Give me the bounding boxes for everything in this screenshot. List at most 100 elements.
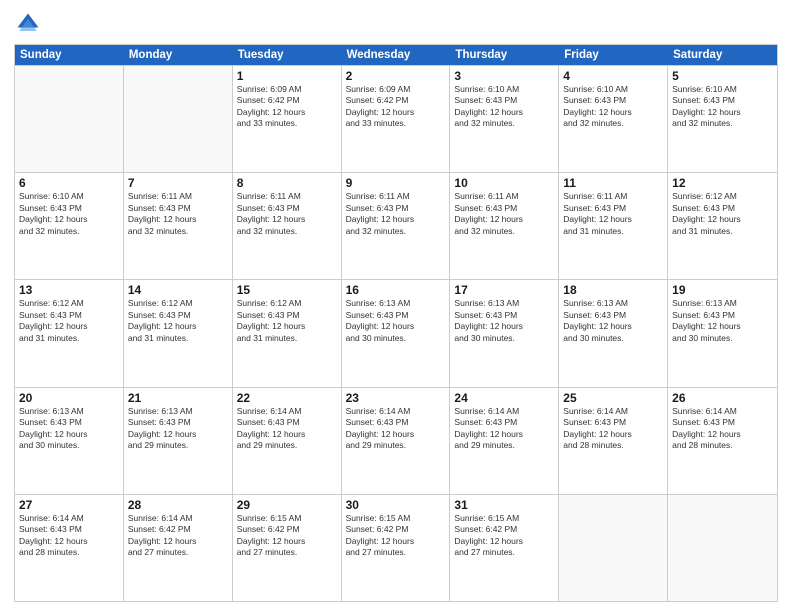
cell-info: Sunrise: 6:11 AM Sunset: 6:43 PM Dayligh…	[454, 191, 554, 237]
cal-cell: 24Sunrise: 6:14 AM Sunset: 6:43 PM Dayli…	[450, 388, 559, 494]
cal-header-cell: Saturday	[668, 45, 777, 65]
cal-header-cell: Friday	[559, 45, 668, 65]
cell-day-number: 5	[672, 69, 773, 83]
cell-day-number: 11	[563, 176, 663, 190]
cal-header-cell: Wednesday	[342, 45, 451, 65]
cell-day-number: 15	[237, 283, 337, 297]
cell-day-number: 8	[237, 176, 337, 190]
cell-info: Sunrise: 6:09 AM Sunset: 6:42 PM Dayligh…	[237, 84, 337, 130]
cell-day-number: 27	[19, 498, 119, 512]
cal-cell: 26Sunrise: 6:14 AM Sunset: 6:43 PM Dayli…	[668, 388, 777, 494]
cal-cell: 9Sunrise: 6:11 AM Sunset: 6:43 PM Daylig…	[342, 173, 451, 279]
cal-week-row: 27Sunrise: 6:14 AM Sunset: 6:43 PM Dayli…	[15, 494, 777, 601]
cell-info: Sunrise: 6:13 AM Sunset: 6:43 PM Dayligh…	[128, 406, 228, 452]
cell-day-number: 26	[672, 391, 773, 405]
cell-day-number: 14	[128, 283, 228, 297]
cell-info: Sunrise: 6:10 AM Sunset: 6:43 PM Dayligh…	[454, 84, 554, 130]
cal-cell: 12Sunrise: 6:12 AM Sunset: 6:43 PM Dayli…	[668, 173, 777, 279]
cell-day-number: 12	[672, 176, 773, 190]
cell-info: Sunrise: 6:12 AM Sunset: 6:43 PM Dayligh…	[128, 298, 228, 344]
cell-info: Sunrise: 6:10 AM Sunset: 6:43 PM Dayligh…	[19, 191, 119, 237]
cell-info: Sunrise: 6:13 AM Sunset: 6:43 PM Dayligh…	[346, 298, 446, 344]
cell-day-number: 17	[454, 283, 554, 297]
cell-info: Sunrise: 6:13 AM Sunset: 6:43 PM Dayligh…	[672, 298, 773, 344]
cal-cell: 30Sunrise: 6:15 AM Sunset: 6:42 PM Dayli…	[342, 495, 451, 601]
cell-info: Sunrise: 6:11 AM Sunset: 6:43 PM Dayligh…	[563, 191, 663, 237]
cell-info: Sunrise: 6:14 AM Sunset: 6:43 PM Dayligh…	[237, 406, 337, 452]
cal-header-cell: Tuesday	[233, 45, 342, 65]
cal-cell: 16Sunrise: 6:13 AM Sunset: 6:43 PM Dayli…	[342, 280, 451, 386]
cal-cell: 25Sunrise: 6:14 AM Sunset: 6:43 PM Dayli…	[559, 388, 668, 494]
cal-cell: 7Sunrise: 6:11 AM Sunset: 6:43 PM Daylig…	[124, 173, 233, 279]
cell-day-number: 21	[128, 391, 228, 405]
cal-cell: 19Sunrise: 6:13 AM Sunset: 6:43 PM Dayli…	[668, 280, 777, 386]
cal-cell: 6Sunrise: 6:10 AM Sunset: 6:43 PM Daylig…	[15, 173, 124, 279]
cal-cell: 13Sunrise: 6:12 AM Sunset: 6:43 PM Dayli…	[15, 280, 124, 386]
cell-day-number: 31	[454, 498, 554, 512]
cell-info: Sunrise: 6:14 AM Sunset: 6:43 PM Dayligh…	[563, 406, 663, 452]
cell-day-number: 22	[237, 391, 337, 405]
cell-day-number: 10	[454, 176, 554, 190]
cell-day-number: 6	[19, 176, 119, 190]
calendar: SundayMondayTuesdayWednesdayThursdayFrid…	[14, 44, 778, 602]
calendar-header-row: SundayMondayTuesdayWednesdayThursdayFrid…	[15, 45, 777, 65]
cal-cell: 3Sunrise: 6:10 AM Sunset: 6:43 PM Daylig…	[450, 66, 559, 172]
cal-header-cell: Thursday	[450, 45, 559, 65]
cal-week-row: 1Sunrise: 6:09 AM Sunset: 6:42 PM Daylig…	[15, 65, 777, 172]
cal-cell	[559, 495, 668, 601]
cal-header-cell: Sunday	[15, 45, 124, 65]
cell-info: Sunrise: 6:11 AM Sunset: 6:43 PM Dayligh…	[346, 191, 446, 237]
cell-day-number: 2	[346, 69, 446, 83]
cal-cell: 10Sunrise: 6:11 AM Sunset: 6:43 PM Dayli…	[450, 173, 559, 279]
cal-cell: 28Sunrise: 6:14 AM Sunset: 6:42 PM Dayli…	[124, 495, 233, 601]
cell-info: Sunrise: 6:14 AM Sunset: 6:43 PM Dayligh…	[672, 406, 773, 452]
cell-info: Sunrise: 6:10 AM Sunset: 6:43 PM Dayligh…	[672, 84, 773, 130]
calendar-body: 1Sunrise: 6:09 AM Sunset: 6:42 PM Daylig…	[15, 65, 777, 601]
cal-cell: 1Sunrise: 6:09 AM Sunset: 6:42 PM Daylig…	[233, 66, 342, 172]
cal-cell	[15, 66, 124, 172]
cal-cell: 15Sunrise: 6:12 AM Sunset: 6:43 PM Dayli…	[233, 280, 342, 386]
cell-info: Sunrise: 6:11 AM Sunset: 6:43 PM Dayligh…	[237, 191, 337, 237]
cal-cell: 14Sunrise: 6:12 AM Sunset: 6:43 PM Dayli…	[124, 280, 233, 386]
cal-week-row: 6Sunrise: 6:10 AM Sunset: 6:43 PM Daylig…	[15, 172, 777, 279]
cell-day-number: 25	[563, 391, 663, 405]
cal-cell: 23Sunrise: 6:14 AM Sunset: 6:43 PM Dayli…	[342, 388, 451, 494]
cell-day-number: 29	[237, 498, 337, 512]
cell-info: Sunrise: 6:15 AM Sunset: 6:42 PM Dayligh…	[454, 513, 554, 559]
cell-day-number: 18	[563, 283, 663, 297]
cal-cell: 11Sunrise: 6:11 AM Sunset: 6:43 PM Dayli…	[559, 173, 668, 279]
cell-info: Sunrise: 6:12 AM Sunset: 6:43 PM Dayligh…	[19, 298, 119, 344]
cal-cell: 29Sunrise: 6:15 AM Sunset: 6:42 PM Dayli…	[233, 495, 342, 601]
cell-day-number: 13	[19, 283, 119, 297]
cell-day-number: 30	[346, 498, 446, 512]
cell-day-number: 3	[454, 69, 554, 83]
cell-day-number: 7	[128, 176, 228, 190]
cell-day-number: 9	[346, 176, 446, 190]
cal-cell	[668, 495, 777, 601]
cell-info: Sunrise: 6:11 AM Sunset: 6:43 PM Dayligh…	[128, 191, 228, 237]
cell-info: Sunrise: 6:12 AM Sunset: 6:43 PM Dayligh…	[672, 191, 773, 237]
cal-cell: 5Sunrise: 6:10 AM Sunset: 6:43 PM Daylig…	[668, 66, 777, 172]
cal-cell: 2Sunrise: 6:09 AM Sunset: 6:42 PM Daylig…	[342, 66, 451, 172]
cell-day-number: 19	[672, 283, 773, 297]
cal-cell: 21Sunrise: 6:13 AM Sunset: 6:43 PM Dayli…	[124, 388, 233, 494]
cell-info: Sunrise: 6:14 AM Sunset: 6:43 PM Dayligh…	[346, 406, 446, 452]
cal-week-row: 13Sunrise: 6:12 AM Sunset: 6:43 PM Dayli…	[15, 279, 777, 386]
cal-cell: 4Sunrise: 6:10 AM Sunset: 6:43 PM Daylig…	[559, 66, 668, 172]
cal-cell: 17Sunrise: 6:13 AM Sunset: 6:43 PM Dayli…	[450, 280, 559, 386]
cell-info: Sunrise: 6:14 AM Sunset: 6:42 PM Dayligh…	[128, 513, 228, 559]
cell-info: Sunrise: 6:13 AM Sunset: 6:43 PM Dayligh…	[563, 298, 663, 344]
cal-cell: 31Sunrise: 6:15 AM Sunset: 6:42 PM Dayli…	[450, 495, 559, 601]
cell-info: Sunrise: 6:13 AM Sunset: 6:43 PM Dayligh…	[454, 298, 554, 344]
cell-day-number: 20	[19, 391, 119, 405]
cal-cell: 18Sunrise: 6:13 AM Sunset: 6:43 PM Dayli…	[559, 280, 668, 386]
cell-day-number: 1	[237, 69, 337, 83]
cell-info: Sunrise: 6:15 AM Sunset: 6:42 PM Dayligh…	[237, 513, 337, 559]
cal-cell: 20Sunrise: 6:13 AM Sunset: 6:43 PM Dayli…	[15, 388, 124, 494]
cell-day-number: 28	[128, 498, 228, 512]
cal-cell: 27Sunrise: 6:14 AM Sunset: 6:43 PM Dayli…	[15, 495, 124, 601]
cell-day-number: 4	[563, 69, 663, 83]
cal-cell	[124, 66, 233, 172]
header	[14, 10, 778, 38]
cal-cell: 22Sunrise: 6:14 AM Sunset: 6:43 PM Dayli…	[233, 388, 342, 494]
